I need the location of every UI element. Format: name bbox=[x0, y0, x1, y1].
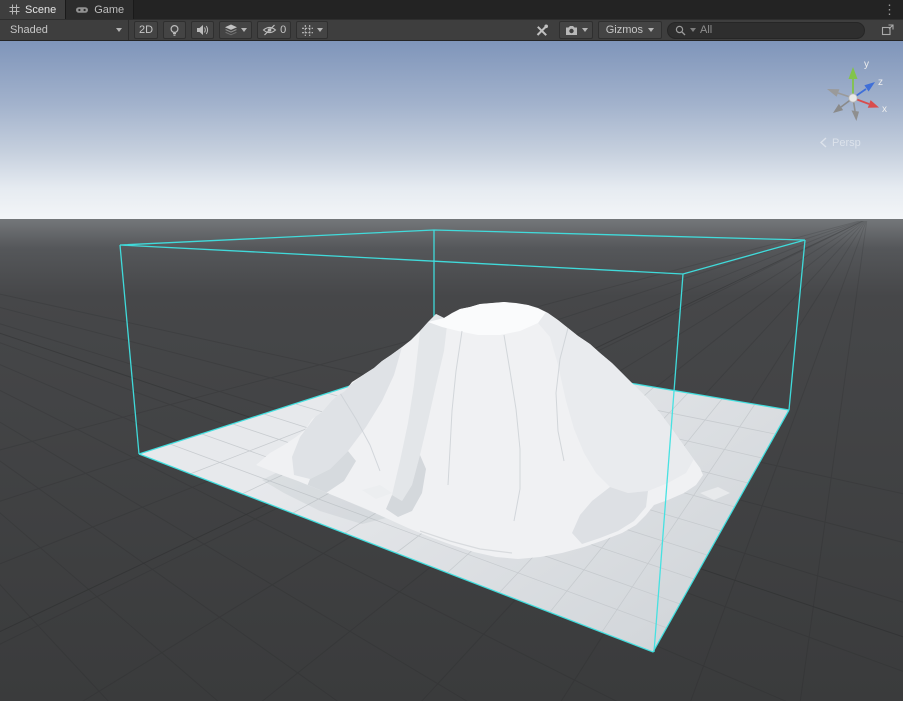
tab-game[interactable]: Game bbox=[66, 0, 134, 19]
eye-slash-icon bbox=[262, 24, 277, 36]
search-filter-label: All bbox=[700, 24, 712, 36]
scene-viewport[interactable]: y z x Persp bbox=[0, 41, 903, 701]
lightbulb-icon bbox=[168, 24, 181, 37]
tab-bar: Scene Game ⋮ bbox=[0, 0, 903, 19]
unity-scene-window: Scene Game ⋮ Shaded 2D bbox=[0, 0, 903, 701]
pop-out-icon bbox=[881, 24, 894, 36]
editor-tools-button[interactable] bbox=[530, 21, 554, 39]
scene-grid-icon bbox=[9, 4, 20, 15]
tabbar-spacer bbox=[134, 0, 876, 19]
axis-y-label: y bbox=[864, 59, 869, 70]
scene-effects-button[interactable] bbox=[219, 21, 252, 39]
scene-audio-button[interactable] bbox=[191, 21, 214, 39]
axis-x-label: x bbox=[882, 104, 887, 115]
chevron-down-icon bbox=[317, 28, 323, 32]
grid-visibility-button[interactable] bbox=[296, 21, 328, 39]
toggle-2d-button[interactable]: 2D bbox=[134, 21, 158, 39]
wrench-hammer-icon bbox=[535, 24, 549, 37]
toggle-2d-label: 2D bbox=[139, 24, 153, 36]
camera-settings-button[interactable] bbox=[559, 21, 593, 39]
gizmos-dropdown[interactable]: Gizmos bbox=[598, 21, 662, 39]
camera-icon bbox=[564, 25, 579, 36]
grid-icon bbox=[301, 24, 314, 37]
projection-label: Persp bbox=[832, 137, 861, 149]
float-window-button[interactable] bbox=[876, 21, 899, 39]
gizmos-label: Gizmos bbox=[606, 24, 643, 36]
tab-scene-label: Scene bbox=[25, 4, 56, 16]
search-icon bbox=[675, 25, 686, 36]
scene-render: y z x Persp bbox=[0, 41, 903, 701]
hidden-objects-count: 0 bbox=[280, 24, 286, 36]
draw-mode-dropdown[interactable]: Shaded bbox=[4, 20, 129, 40]
scene-toolbar: Shaded 2D bbox=[0, 19, 903, 41]
scene-lighting-button[interactable] bbox=[163, 21, 186, 39]
speaker-icon bbox=[196, 24, 209, 36]
chevron-down-icon bbox=[241, 28, 247, 32]
tab-scene[interactable]: Scene bbox=[0, 0, 66, 19]
axis-z-label: z bbox=[878, 77, 883, 88]
effects-layers-icon bbox=[224, 24, 238, 36]
chevron-down-icon bbox=[582, 28, 588, 32]
chevron-down-icon bbox=[116, 28, 122, 32]
draw-mode-label: Shaded bbox=[10, 24, 48, 36]
gamepad-icon bbox=[75, 5, 89, 15]
chevron-down-icon bbox=[690, 28, 696, 32]
gizmo-center-handle[interactable] bbox=[849, 94, 857, 102]
scene-search-field[interactable]: All bbox=[667, 22, 865, 39]
hidden-objects-button[interactable]: 0 bbox=[257, 21, 291, 39]
more-menu-icon[interactable]: ⋮ bbox=[876, 0, 903, 19]
sky bbox=[0, 41, 903, 221]
chevron-down-icon bbox=[648, 28, 654, 32]
tab-game-label: Game bbox=[94, 4, 124, 16]
